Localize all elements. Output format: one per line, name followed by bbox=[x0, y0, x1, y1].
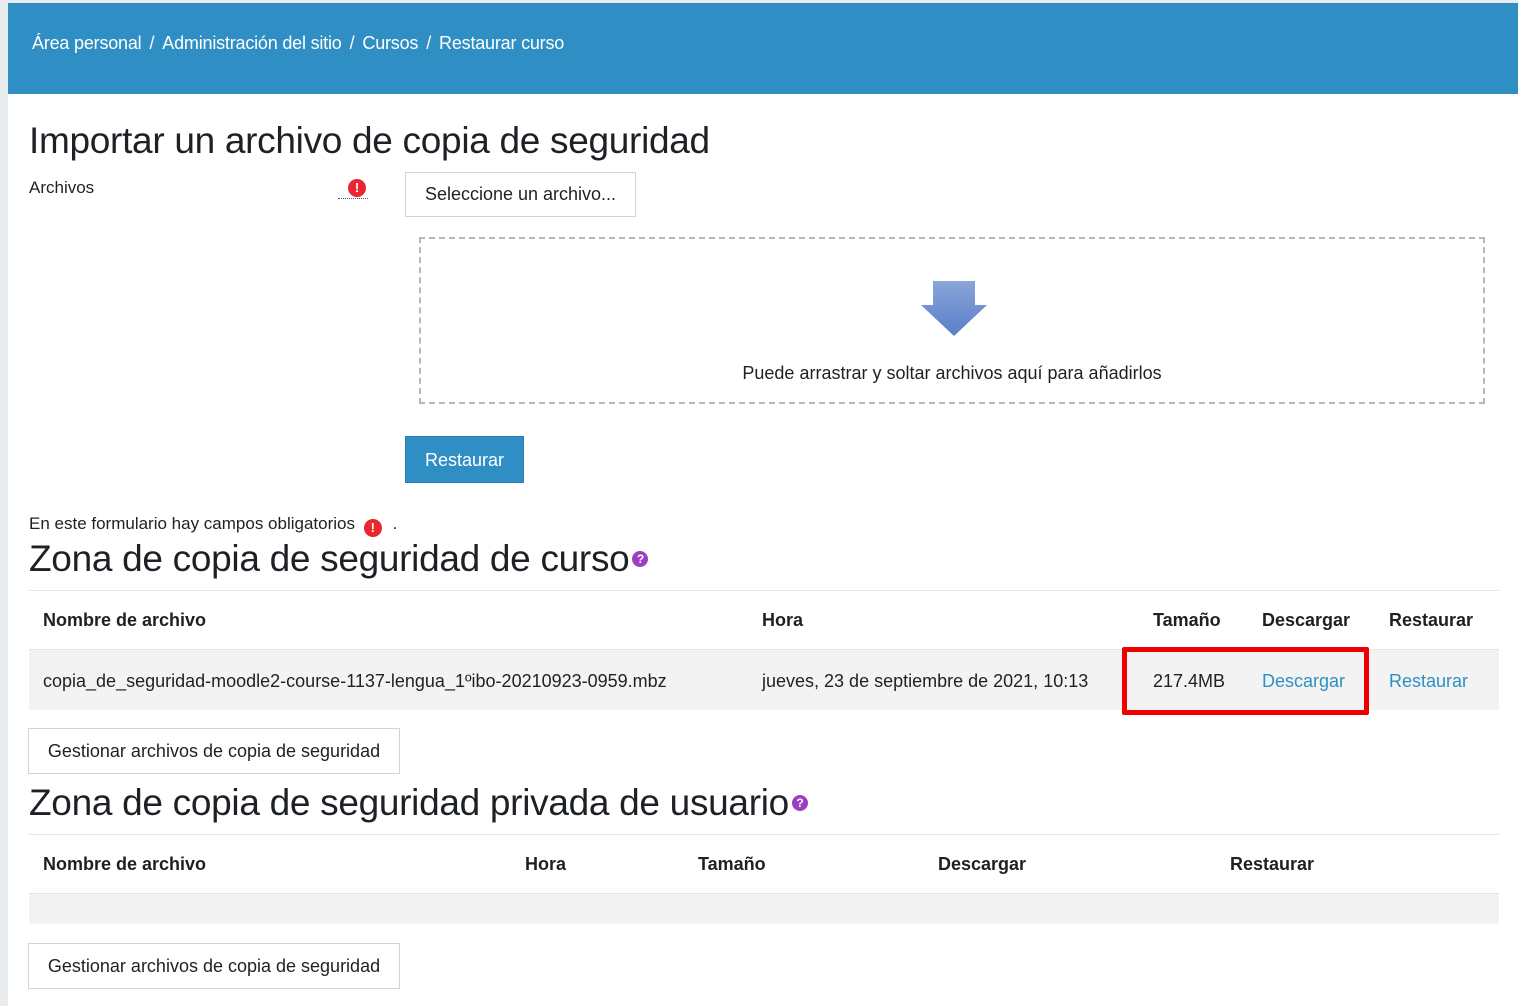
course-backup-zone-title-text: Zona de copia de seguridad de curso bbox=[29, 538, 630, 579]
breadcrumb-separator: / bbox=[426, 33, 432, 53]
breadcrumb-separator: / bbox=[149, 33, 155, 53]
breadcrumb-item-administracion[interactable]: Administración del sitio bbox=[162, 33, 341, 53]
course-row-restore-link[interactable]: Restaurar bbox=[1389, 671, 1468, 692]
breadcrumb-item-cursos[interactable]: Cursos bbox=[362, 33, 418, 53]
select-file-button[interactable]: Seleccione un archivo... bbox=[405, 172, 636, 217]
course-row-filename: copia_de_seguridad-moodle2-course-1137-l… bbox=[43, 671, 667, 691]
user-backup-zone-title: Zona de copia de seguridad privada de us… bbox=[29, 782, 808, 824]
breadcrumb-item-area-personal[interactable]: Área personal bbox=[32, 33, 142, 53]
question-circle-icon[interactable]: ? bbox=[632, 551, 649, 567]
manage-course-backups-button[interactable]: Gestionar archivos de copia de seguridad bbox=[28, 728, 400, 774]
exclamation-circle-icon: ! bbox=[363, 519, 382, 537]
course-col-header-download: Descargar bbox=[1262, 610, 1351, 630]
user-col-header-time: Hora bbox=[525, 854, 567, 874]
breadcrumb-separator: / bbox=[349, 33, 355, 53]
exclamation-circle-icon: ! bbox=[348, 179, 366, 197]
course-row-time: jueves, 23 de septiembre de 2021, 10:13 bbox=[762, 671, 1089, 691]
table-top-border bbox=[29, 834, 1499, 835]
course-col-header-size: Tamaño bbox=[1153, 610, 1221, 630]
question-circle-icon[interactable]: ? bbox=[791, 795, 808, 811]
user-col-header-download: Descargar bbox=[938, 854, 1027, 874]
breadcrumb: Área personal / Administración del sitio / C… bbox=[32, 33, 564, 54]
required-icon-underline bbox=[338, 198, 368, 199]
required-fields-note: En este formulario hay campos obligatori… bbox=[29, 514, 398, 537]
arrow-down-icon bbox=[921, 281, 987, 336]
user-col-header-size: Tamaño bbox=[698, 854, 766, 874]
user-col-header-filename: Nombre de archivo bbox=[43, 854, 207, 874]
navbar: Área personal / Administración del sitio / C… bbox=[8, 0, 1518, 94]
table-row-empty bbox=[29, 894, 1499, 924]
course-col-header-restore: Restaurar bbox=[1389, 610, 1474, 630]
manage-user-backups-button[interactable]: Gestionar archivos de copia de seguridad bbox=[28, 943, 400, 989]
user-backup-zone-title-text: Zona de copia de seguridad privada de us… bbox=[29, 782, 789, 823]
course-backup-zone-title: Zona de copia de seguridad de curso? bbox=[29, 538, 649, 580]
files-label: Archivos bbox=[29, 178, 95, 197]
required-note-text: En este formulario hay campos obligatori… bbox=[29, 514, 355, 533]
dropzone-text: Puede arrastrar y soltar archivos aquí p… bbox=[742, 363, 1162, 383]
course-col-header-time: Hora bbox=[762, 610, 804, 630]
user-col-header-restore: Restaurar bbox=[1230, 854, 1315, 874]
course-col-header-filename: Nombre de archivo bbox=[43, 610, 207, 630]
highlight-box bbox=[1122, 647, 1369, 715]
table-top-border bbox=[29, 590, 1499, 591]
required-note-suffix: . bbox=[392, 514, 398, 533]
page-title: Importar un archivo de copia de segurida… bbox=[29, 120, 710, 161]
file-dropzone[interactable]: Puede arrastrar y soltar archivos aquí p… bbox=[419, 237, 1485, 404]
restore-button[interactable]: Restaurar bbox=[405, 436, 524, 483]
breadcrumb-item-restaurar-curso[interactable]: Restaurar curso bbox=[439, 33, 564, 53]
